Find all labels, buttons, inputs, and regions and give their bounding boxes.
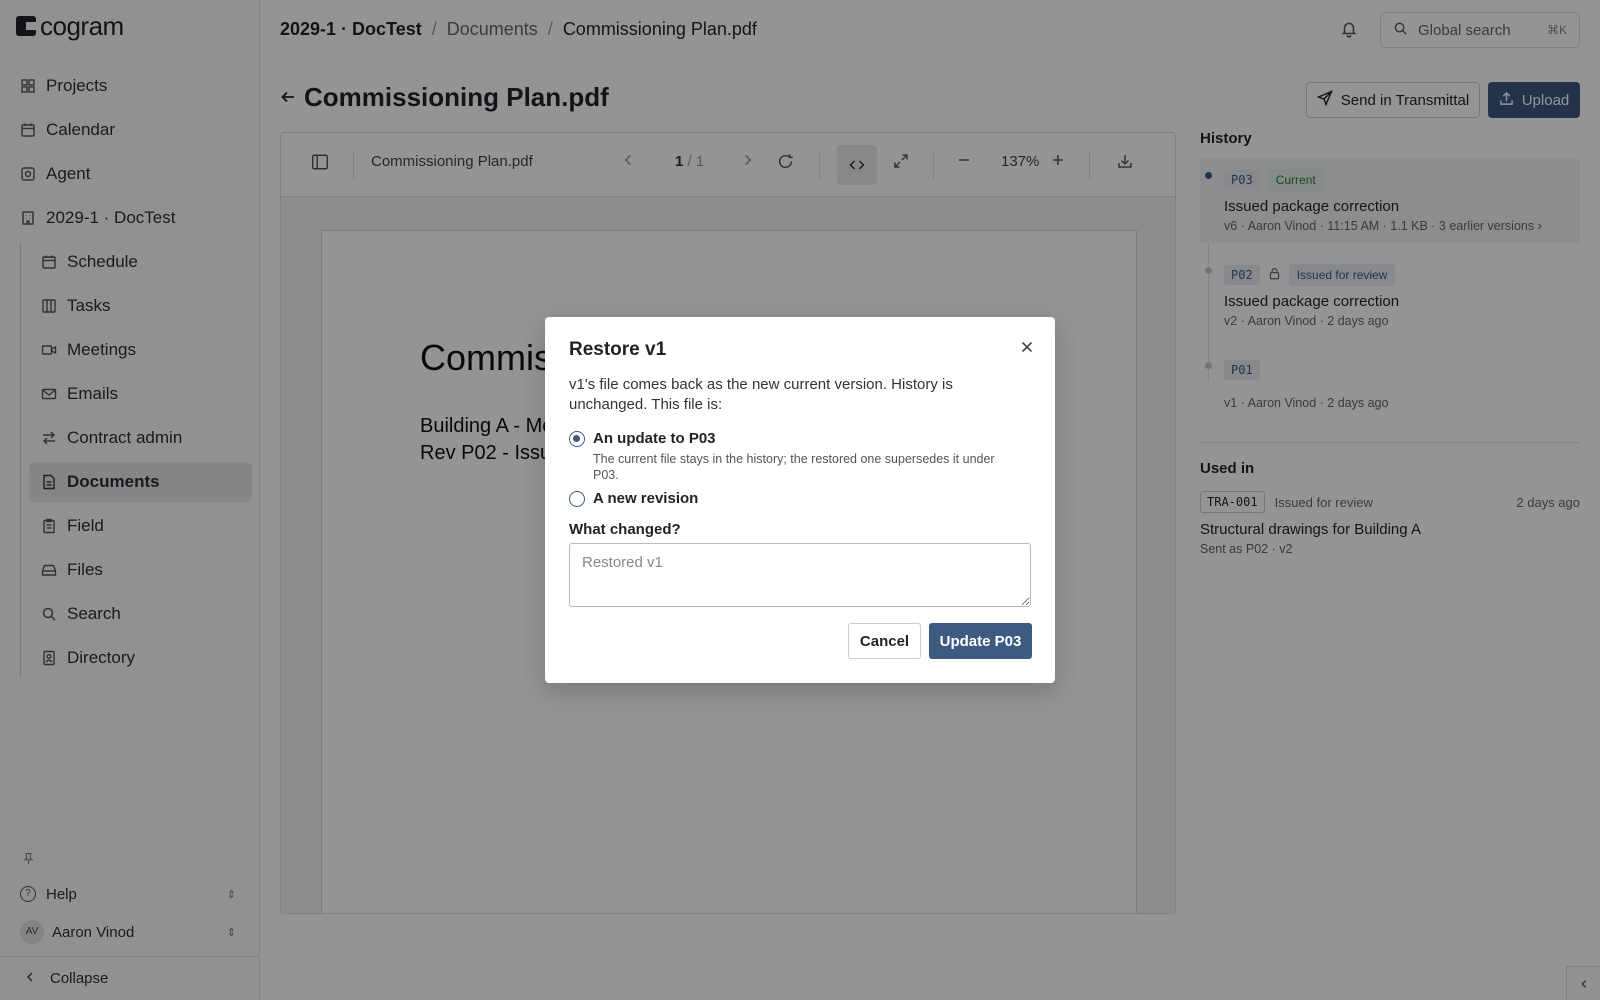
dialog-description: v1's file comes back as the new current … bbox=[569, 376, 953, 413]
update-p03-button[interactable]: Update P03 bbox=[929, 623, 1032, 659]
option-update[interactable]: An update to P03 The current file stays … bbox=[569, 430, 1013, 483]
option-new-revision[interactable]: A new revision bbox=[569, 490, 698, 507]
option-update-label: An update to P03 bbox=[593, 430, 716, 447]
close-icon[interactable] bbox=[1015, 335, 1039, 359]
cancel-button[interactable]: Cancel bbox=[848, 623, 921, 659]
radio-new-revision[interactable] bbox=[569, 491, 585, 507]
option-revision-label: A new revision bbox=[593, 490, 699, 507]
what-changed-label: What changed? bbox=[569, 521, 681, 538]
restore-dialog: Restore v1 v1's file comes back as the n… bbox=[545, 317, 1055, 683]
dialog-title: Restore v1 bbox=[569, 339, 667, 360]
what-changed-field[interactable] bbox=[569, 543, 1031, 607]
radio-update[interactable] bbox=[569, 431, 585, 447]
option-update-help: The current file stays in the history; t… bbox=[593, 452, 995, 482]
